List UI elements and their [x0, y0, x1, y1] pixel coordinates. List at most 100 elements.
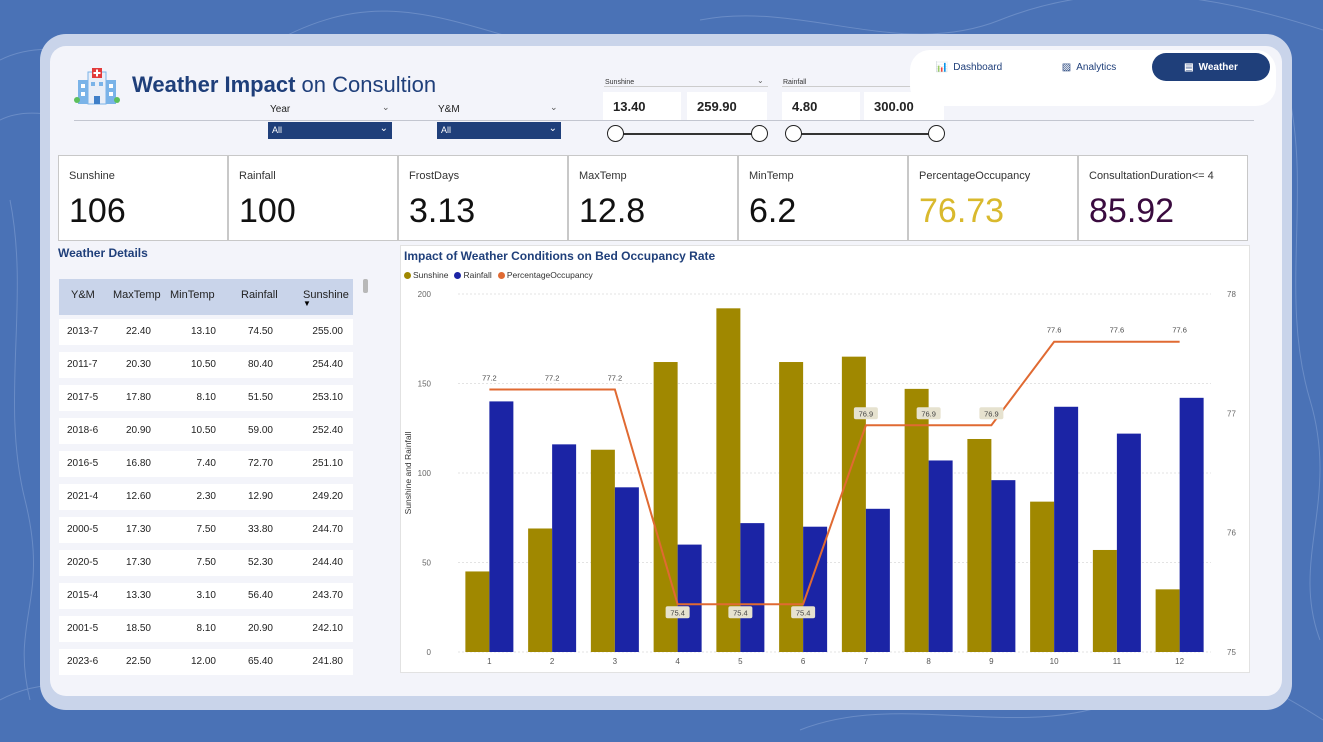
table-cell: 2000-5	[67, 524, 99, 535]
chevron-down-icon[interactable]: ⌄	[757, 76, 764, 85]
table-cell: 255.00	[312, 326, 343, 337]
year-chevron-icon[interactable]: ⌄	[382, 102, 390, 113]
chart-plot: 05010015020075767778Sunshine and Rainfal…	[403, 290, 1236, 666]
kpi-card-frostdays: FrostDays 3.13	[398, 155, 568, 241]
x-tick-label: 11	[1113, 657, 1122, 666]
legend-item-sunshine[interactable]: Sunshine	[404, 270, 448, 280]
table-scrollbar[interactable]	[363, 279, 368, 293]
table-cell: 17.30	[125, 557, 151, 568]
kpi-value: 100	[239, 192, 296, 230]
table-cell: 2001-5	[67, 623, 99, 634]
ym-dropdown[interactable]: All ⌄	[437, 122, 561, 139]
sunshine-max-handle[interactable]	[751, 125, 768, 142]
kpi-label: ConsultationDuration<= 4	[1089, 170, 1214, 182]
table-cell: 253.10	[312, 392, 343, 403]
table-cell: 13.30	[125, 590, 151, 601]
bar-sunshine	[716, 308, 741, 652]
nav-analytics-button[interactable]: ▨ Analytics	[1034, 53, 1144, 81]
kpi-label: Rainfall	[239, 170, 276, 182]
data-label: 76.9	[859, 409, 874, 418]
bar-rainfall	[928, 460, 953, 652]
bar-sunshine	[1030, 501, 1055, 652]
table-row[interactable]: 2013-7 22.40 13.10 74.50 255.00	[59, 319, 353, 345]
table-row[interactable]: 2023-6 22.50 12.00 65.40 241.80	[59, 649, 353, 675]
header-divider	[74, 120, 1254, 121]
kpi-card-occupancy: PercentageOccupancy 76.73	[908, 155, 1078, 241]
column-header-ym[interactable]: Y&M	[71, 289, 95, 301]
rainfall-min-handle[interactable]	[785, 125, 802, 142]
kpi-value: 12.8	[579, 192, 646, 230]
column-header-rainfall[interactable]: Rainfall	[241, 289, 278, 301]
legend-item-rainfall[interactable]: Rainfall	[454, 270, 492, 280]
y-tick-label: 50	[422, 559, 431, 568]
table-cell: 249.20	[312, 491, 343, 502]
table-row[interactable]: 2018-6 20.90 10.50 59.00 252.40	[59, 418, 353, 444]
x-tick-label: 6	[801, 657, 806, 666]
sunshine-min-input[interactable]: 13.40	[603, 92, 681, 120]
rainfall-slider-track[interactable]	[794, 133, 937, 135]
ym-chevron-icon[interactable]: ⌄	[550, 102, 558, 113]
table-row[interactable]: 2020-5 17.30 7.50 52.30 244.40	[59, 550, 353, 576]
table-cell: 13.10	[190, 326, 216, 337]
nav-weather-button[interactable]: ▤ Weather	[1152, 53, 1270, 81]
sunshine-range-label: Sunshine	[605, 79, 635, 86]
table-cell: 8.10	[196, 392, 216, 403]
y2-tick-label: 77	[1227, 409, 1236, 418]
table-cell: 2018-6	[67, 425, 99, 436]
kpi-value: 6.2	[749, 192, 797, 230]
bar-sunshine	[841, 356, 866, 652]
table-cell: 252.40	[312, 425, 343, 436]
kpi-label: MinTemp	[749, 170, 794, 182]
column-header-mintemp[interactable]: MinTemp	[170, 289, 215, 301]
kpi-value: 106	[69, 192, 126, 230]
chevron-down-icon: ⌄	[548, 123, 557, 134]
year-label: Year	[270, 104, 291, 115]
table-cell: 18.50	[125, 623, 151, 634]
rainfall-min-input[interactable]: 4.80	[782, 92, 860, 120]
data-label: 77.6	[1047, 326, 1062, 335]
table-cell: 2011-7	[67, 359, 98, 370]
sort-desc-icon[interactable]: ▼	[303, 299, 311, 308]
kpi-value: 3.13	[409, 192, 476, 230]
x-tick-label: 4	[675, 657, 680, 666]
sunshine-slider-track[interactable]	[616, 133, 760, 135]
chart-title: Impact of Weather Conditions on Bed Occu…	[404, 249, 716, 263]
legend-item-occupancy[interactable]: PercentageOccupancy	[497, 270, 593, 280]
table-cell: 17.30	[125, 524, 151, 535]
x-tick-label: 1	[487, 657, 492, 666]
x-tick-label: 12	[1175, 657, 1184, 666]
table-cell: 241.80	[312, 656, 343, 667]
legend-label: Sunshine	[413, 270, 449, 280]
image-chart-icon: ▨	[1061, 61, 1072, 73]
nav-dashboard-label: Dashboard	[953, 61, 1003, 73]
table-cell: 52.30	[247, 557, 273, 568]
x-tick-label: 9	[989, 657, 994, 666]
y-axis-label: Sunshine and Rainfall	[403, 432, 413, 515]
table-cell: 12.90	[247, 491, 273, 502]
y-tick-label: 100	[418, 469, 432, 478]
bar-rainfall	[552, 444, 577, 652]
column-header-maxtemp[interactable]: MaxTemp	[113, 289, 161, 301]
table-row[interactable]: 2000-5 17.30 7.50 33.80 244.70	[59, 517, 353, 543]
table-cell: 10.50	[190, 425, 216, 436]
bar-rainfall	[991, 480, 1016, 652]
x-tick-label: 5	[738, 657, 743, 666]
table-row[interactable]: 2001-5 18.50 8.10 20.90 242.10	[59, 616, 353, 642]
table-cell: 12.00	[190, 656, 216, 667]
table-row[interactable]: 2021-4 12.60 2.30 12.90 249.20	[59, 484, 353, 510]
year-dropdown[interactable]: All ⌄	[268, 122, 392, 139]
nav-dashboard-button[interactable]: 📊 Dashboard	[914, 53, 1024, 81]
kpi-label: MaxTemp	[579, 170, 627, 182]
sunshine-max-input[interactable]: 259.90	[687, 92, 767, 120]
table-row[interactable]: 2015-4 13.30 3.10 56.40 243.70	[59, 583, 353, 609]
table-cell: 20.90	[125, 425, 151, 436]
bar-sunshine	[1155, 589, 1180, 652]
table-row[interactable]: 2011-7 20.30 10.50 80.40 254.40	[59, 352, 353, 378]
table-row[interactable]: 2017-5 17.80 8.10 51.50 253.10	[59, 385, 353, 411]
table-row[interactable]: 2016-5 16.80 7.40 72.70 251.10	[59, 451, 353, 477]
sunshine-min-handle[interactable]	[607, 125, 624, 142]
rainfall-max-handle[interactable]	[928, 125, 945, 142]
kpi-label: PercentageOccupancy	[919, 170, 1031, 182]
table-cell: 2.30	[196, 491, 216, 502]
y-tick-label: 0	[427, 648, 432, 657]
